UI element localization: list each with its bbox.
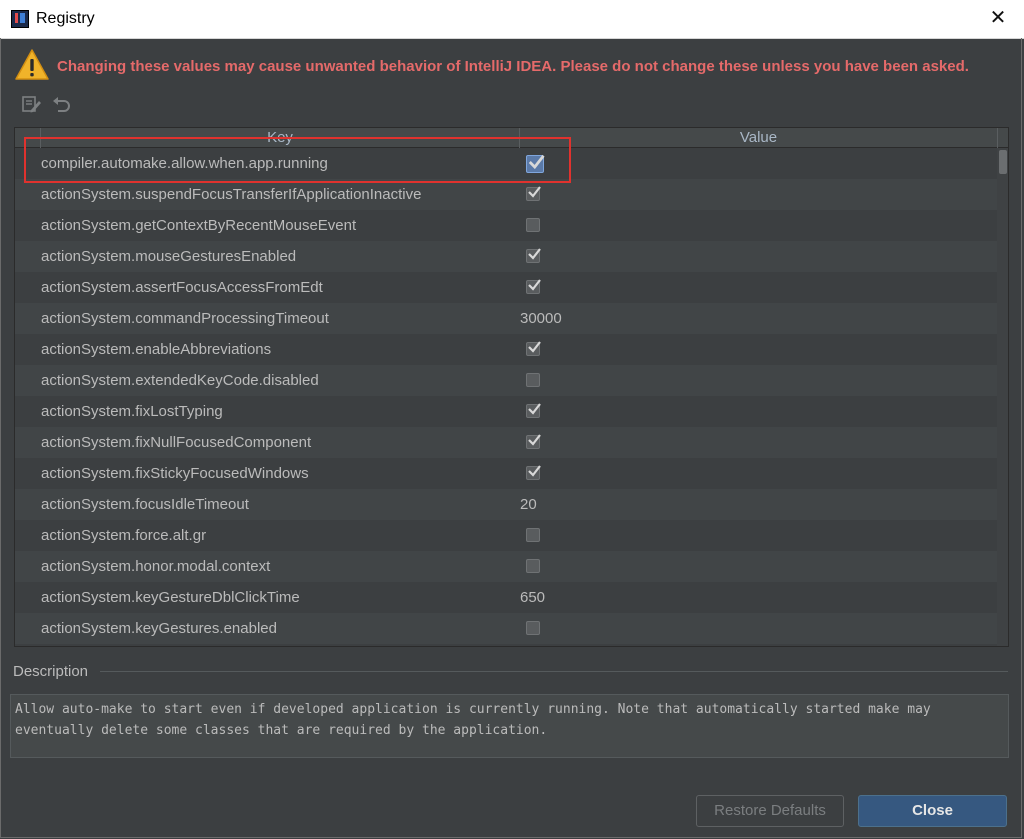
- revert-icon[interactable]: [50, 93, 72, 115]
- table-row[interactable]: actionSystem.focusIdleTimeout 20: [15, 489, 997, 520]
- value-checkbox-checked[interactable]: [526, 341, 541, 356]
- row-key: actionSystem.assertFocusAccessFromEdt: [41, 279, 323, 296]
- table-row[interactable]: actionSystem.fixNullFocusedComponent: [15, 427, 997, 458]
- title-bar: Registry ✕: [0, 0, 1024, 39]
- value-checkbox-unchecked[interactable]: [526, 621, 540, 635]
- row-value[interactable]: 650: [520, 582, 545, 613]
- window-title: Registry: [36, 10, 95, 27]
- description-label: Description: [13, 663, 89, 680]
- table-row[interactable]: actionSystem.getContextByRecentMouseEven…: [15, 210, 997, 241]
- row-key: actionSystem.suspendFocusTransferIfAppli…: [41, 186, 422, 203]
- table-row[interactable]: actionSystem.keyGestureDblClickTime 650: [15, 582, 997, 613]
- value-checkbox-checked[interactable]: [526, 279, 541, 294]
- row-key: actionSystem.fixStickyFocusedWindows: [41, 465, 309, 482]
- row-key: actionSystem.commandProcessingTimeout: [41, 310, 329, 327]
- checkmark-icon: [528, 465, 541, 477]
- checkmark-icon: [528, 154, 545, 170]
- value-checkbox-unchecked[interactable]: [526, 373, 540, 387]
- intellij-app-icon: [11, 10, 29, 28]
- header-corner: [15, 128, 41, 148]
- row-key: actionSystem.honor.modal.context: [41, 558, 271, 575]
- value-checkbox-unchecked[interactable]: [526, 559, 540, 573]
- checkmark-icon: [528, 434, 541, 446]
- warning-triangle-icon: [15, 49, 49, 80]
- value-checkbox-checked[interactable]: [526, 248, 541, 263]
- column-header-value[interactable]: Value: [520, 128, 998, 148]
- value-checkbox-unchecked[interactable]: [526, 218, 540, 232]
- description-panel: Allow auto-make to start even if develop…: [10, 694, 1009, 758]
- warning-message: Changing these values may cause unwanted…: [57, 58, 969, 75]
- table-header: Key Value: [15, 128, 1008, 148]
- table-row[interactable]: actionSystem.commandProcessingTimeout 300…: [15, 303, 997, 334]
- checkmark-icon: [528, 341, 541, 353]
- table-row[interactable]: actionSystem.keyGestures.enabled: [15, 613, 997, 644]
- description-separator: [100, 671, 1008, 672]
- checkmark-icon: [528, 279, 541, 291]
- row-key: compiler.automake.allow.when.app.running: [41, 155, 328, 172]
- row-key: actionSystem.getContextByRecentMouseEven…: [41, 217, 357, 234]
- table-body: compiler.automake.allow.when.app.running…: [15, 148, 997, 644]
- row-key: actionSystem.keyGestures.enabled: [41, 620, 277, 637]
- table-row[interactable]: actionSystem.suspendFocusTransferIfAppli…: [15, 179, 997, 210]
- vertical-scrollbar[interactable]: [997, 148, 1008, 646]
- table-row[interactable]: actionSystem.enableAbbreviations: [15, 334, 997, 365]
- value-checkbox-unchecked[interactable]: [526, 528, 540, 542]
- registry-table: Key Value compiler.automake.allow.when.a…: [14, 127, 1009, 647]
- edit-icon[interactable]: [20, 93, 42, 115]
- table-row[interactable]: actionSystem.honor.modal.context: [15, 551, 997, 582]
- row-value[interactable]: 20: [520, 489, 537, 520]
- row-key: actionSystem.enableAbbreviations: [41, 341, 272, 358]
- row-key: actionSystem.extendedKeyCode.disabled: [41, 372, 319, 389]
- row-key: actionSystem.force.alt.gr: [41, 527, 207, 544]
- row-key: actionSystem.fixLostTyping: [41, 403, 223, 420]
- restore-defaults-button[interactable]: Restore Defaults: [696, 795, 844, 827]
- table-row[interactable]: actionSystem.fixStickyFocusedWindows: [15, 458, 997, 489]
- checkmark-icon: [528, 186, 541, 198]
- value-checkbox-checked[interactable]: [526, 403, 541, 418]
- value-checkbox-checked[interactable]: [526, 434, 541, 449]
- row-key: actionSystem.mouseGesturesEnabled: [41, 248, 297, 265]
- close-icon[interactable]: ✕: [988, 8, 1008, 28]
- column-header-key[interactable]: Key: [41, 128, 520, 148]
- value-checkbox-checked[interactable]: [526, 465, 541, 480]
- row-key: actionSystem.keyGestureDblClickTime: [41, 589, 300, 606]
- checkmark-icon: [528, 248, 541, 260]
- description-text: Allow auto-make to start even if develop…: [15, 702, 931, 738]
- scrollbar-thumb[interactable]: [999, 150, 1007, 174]
- checkmark-icon: [528, 403, 541, 415]
- table-row[interactable]: actionSystem.extendedKeyCode.disabled: [15, 365, 997, 396]
- close-button[interactable]: Close: [858, 795, 1007, 827]
- row-value[interactable]: 30000: [520, 303, 562, 334]
- row-key: actionSystem.focusIdleTimeout: [41, 496, 249, 513]
- value-checkbox-checked[interactable]: [526, 186, 541, 201]
- row-key: actionSystem.fixNullFocusedComponent: [41, 434, 312, 451]
- table-row[interactable]: actionSystem.fixLostTyping: [15, 396, 997, 427]
- value-checkbox-checked[interactable]: [526, 154, 545, 173]
- table-row[interactable]: actionSystem.assertFocusAccessFromEdt: [15, 272, 997, 303]
- table-row[interactable]: actionSystem.force.alt.gr: [15, 520, 997, 551]
- table-row[interactable]: compiler.automake.allow.when.app.running: [15, 148, 997, 179]
- table-row[interactable]: actionSystem.mouseGesturesEnabled: [15, 241, 997, 272]
